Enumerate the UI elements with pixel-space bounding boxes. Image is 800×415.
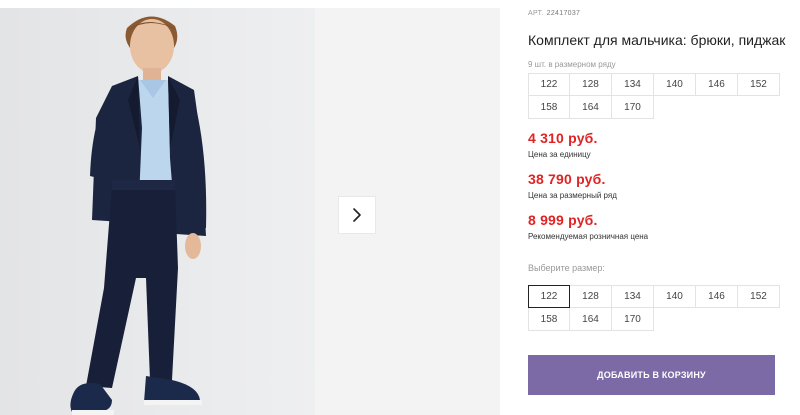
- chevron-right-icon: [353, 208, 361, 222]
- pack-size-grid: 122 128 134 140 146 152 158 164 170: [528, 73, 780, 119]
- pack-size-152: 152: [738, 73, 780, 96]
- size-option-140[interactable]: 140: [654, 285, 696, 308]
- unit-price-note: Цена за единицу: [528, 150, 591, 159]
- next-image-button[interactable]: [338, 196, 376, 234]
- size-option-122[interactable]: 122: [528, 285, 570, 308]
- product-photo[interactable]: [0, 8, 315, 415]
- size-option-170[interactable]: 170: [612, 308, 654, 331]
- size-option-128[interactable]: 128: [570, 285, 612, 308]
- pack-size-158: 158: [528, 96, 570, 119]
- pack-size-146: 146: [696, 73, 738, 96]
- pack-size-note: 9 шт. в размерном ряду: [528, 60, 616, 69]
- pack-size-134: 134: [612, 73, 654, 96]
- pack-size-122: 122: [528, 73, 570, 96]
- sku-label: АРТ.: [528, 10, 544, 17]
- retail-price: 8 999 руб.: [528, 212, 598, 228]
- boy-in-suit-illustration: [0, 8, 315, 415]
- pack-price-note: Цена за размерный ряд: [528, 191, 617, 200]
- size-option-152[interactable]: 152: [738, 285, 780, 308]
- sku-value: 22417037: [546, 10, 581, 17]
- pack-price: 38 790 руб.: [528, 171, 606, 187]
- size-option-146[interactable]: 146: [696, 285, 738, 308]
- unit-price: 4 310 руб.: [528, 130, 598, 146]
- pack-size-170: 170: [612, 96, 654, 119]
- product-sku: АРТ. 22417037: [528, 10, 580, 17]
- choose-size-label: Выберите размер:: [528, 263, 605, 273]
- product-gallery: [0, 0, 500, 415]
- retail-price-note: Рекомендуемая розничная цена: [528, 232, 649, 241]
- size-option-158[interactable]: 158: [528, 308, 570, 331]
- size-option-164[interactable]: 164: [570, 308, 612, 331]
- size-selector: 122 128 134 140 146 152 158 164 170: [528, 285, 780, 331]
- add-to-cart-button[interactable]: ДОБАВИТЬ В КОРЗИНУ: [528, 355, 775, 395]
- product-title: Комплект для мальчика: брюки, пиджак: [528, 32, 786, 48]
- size-option-134[interactable]: 134: [612, 285, 654, 308]
- pack-size-128: 128: [570, 73, 612, 96]
- pack-size-164: 164: [570, 96, 612, 119]
- pack-size-140: 140: [654, 73, 696, 96]
